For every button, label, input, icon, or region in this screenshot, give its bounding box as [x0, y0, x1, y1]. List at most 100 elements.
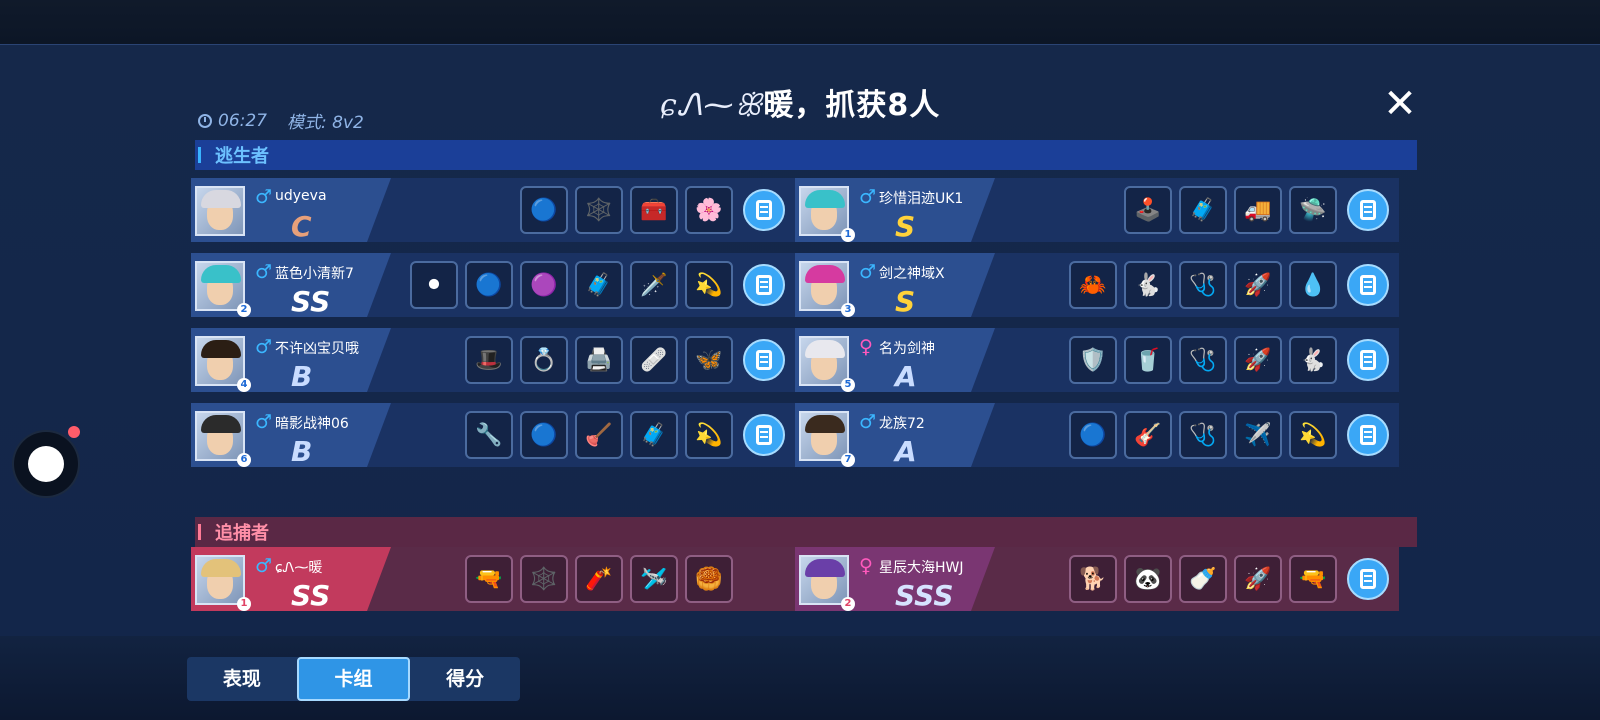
skill-card[interactable]: 💫: [685, 411, 733, 459]
skill-card[interactable]: 💧: [1289, 261, 1337, 309]
view-deck-button[interactable]: [1347, 414, 1389, 456]
skill-card[interactable]: 💍: [520, 336, 568, 384]
tab-deck[interactable]: 卡组: [296, 657, 411, 701]
player-name: 名为剑神: [879, 341, 935, 357]
skill-card[interactable]: 🕸️: [520, 555, 568, 603]
skill-card[interactable]: 🚀: [1234, 555, 1282, 603]
player-number-badge: 5: [841, 378, 855, 392]
avatar[interactable]: [195, 186, 245, 236]
skill-card[interactable]: 🪠: [575, 411, 623, 459]
skill-card[interactable]: ⚫: [410, 261, 458, 309]
skill-card[interactable]: ✈️: [1234, 411, 1282, 459]
skill-card[interactable]: 🚚: [1234, 186, 1282, 234]
close-button[interactable]: ✕: [1380, 84, 1420, 124]
skill-card[interactable]: 🚀: [1234, 336, 1282, 384]
tab-score[interactable]: 得分: [410, 657, 520, 701]
skill-card[interactable]: 🥤: [1124, 336, 1172, 384]
skill-card[interactable]: 🩺: [1179, 261, 1227, 309]
gender-icon: ♂: [859, 186, 877, 208]
rank-badge: SS: [291, 285, 331, 317]
skill-card[interactable]: 🎸: [1124, 411, 1172, 459]
skill-card[interactable]: 🐇: [1289, 336, 1337, 384]
skill-card[interactable]: 🔫: [465, 555, 513, 603]
avatar-hair: [201, 265, 241, 283]
avatar[interactable]: [799, 555, 849, 605]
player-name: 星辰大海HWJ: [879, 560, 964, 576]
skill-card[interactable]: 🧳: [575, 261, 623, 309]
avatar-hair: [805, 415, 845, 433]
skill-card[interactable]: 🛡️: [1069, 336, 1117, 384]
skill-card[interactable]: 🕸️: [575, 186, 623, 234]
skill-card[interactable]: 🟣: [520, 261, 568, 309]
skill-card[interactable]: 🧳: [1179, 186, 1227, 234]
view-deck-button[interactable]: [743, 189, 785, 231]
skill-card[interactable]: 🦀: [1069, 261, 1117, 309]
deck-icon: [1360, 425, 1376, 445]
skill-card[interactable]: 🔵: [520, 186, 568, 234]
skill-card[interactable]: 🌸: [685, 186, 733, 234]
skill-card[interactable]: 🩺: [1179, 411, 1227, 459]
avatar[interactable]: [799, 411, 849, 461]
title-text: 暖，抓获8人: [763, 88, 941, 123]
gender-icon: ♂: [859, 411, 877, 433]
card-deck: 🛡️ 🥤 🩺 🚀 🐇: [1069, 336, 1337, 384]
skill-card[interactable]: 💫: [1289, 411, 1337, 459]
rank-badge: B: [291, 435, 313, 467]
skill-card[interactable]: 🧰: [630, 186, 678, 234]
skill-card[interactable]: 🔵: [520, 411, 568, 459]
skill-card[interactable]: 🐇: [1124, 261, 1172, 309]
skill-card[interactable]: 🚀: [1234, 261, 1282, 309]
view-deck-button[interactable]: [1347, 558, 1389, 600]
view-deck-button[interactable]: [1347, 189, 1389, 231]
gender-icon: ♂: [255, 186, 273, 208]
player-name: 珍惜泪迹UK1: [879, 191, 964, 207]
view-deck-button[interactable]: [743, 414, 785, 456]
avatar[interactable]: [799, 186, 849, 236]
skill-card[interactable]: 🖨️: [575, 336, 623, 384]
skill-card[interactable]: 🔫: [1289, 555, 1337, 603]
view-deck-button[interactable]: [743, 339, 785, 381]
skill-card[interactable]: 🗡️: [630, 261, 678, 309]
skill-card[interactable]: 🕹️: [1124, 186, 1172, 234]
skill-card[interactable]: 🥮: [685, 555, 733, 603]
skill-card[interactable]: 🛸: [1289, 186, 1337, 234]
player-row: ♂ udyeva C 🔵 🕸️ 🧰 🌸: [191, 178, 795, 242]
skill-card[interactable]: 🎩: [465, 336, 513, 384]
skill-card[interactable]: 🐼: [1124, 555, 1172, 603]
avatar-hair: [201, 190, 241, 208]
avatar[interactable]: [195, 411, 245, 461]
skill-card[interactable]: 🧨: [575, 555, 623, 603]
skill-card[interactable]: 🛩️: [630, 555, 678, 603]
skill-card[interactable]: 🧳: [630, 411, 678, 459]
avatar[interactable]: [195, 261, 245, 311]
assist-icon: [28, 446, 64, 482]
skill-card[interactable]: 🩹: [630, 336, 678, 384]
avatar-hair: [805, 265, 845, 283]
view-deck-button[interactable]: [1347, 264, 1389, 306]
skill-card[interactable]: 🔧: [465, 411, 513, 459]
view-deck-button[interactable]: [743, 264, 785, 306]
avatar[interactable]: [799, 261, 849, 311]
skill-card[interactable]: 🦋: [685, 336, 733, 384]
skill-card[interactable]: 🔵: [1069, 411, 1117, 459]
avatar[interactable]: [195, 336, 245, 386]
floating-assist-button[interactable]: [14, 426, 80, 496]
skill-card[interactable]: 🩺: [1179, 336, 1227, 384]
skill-card[interactable]: 🐕: [1069, 555, 1117, 603]
skill-card[interactable]: 💫: [685, 261, 733, 309]
view-deck-button[interactable]: [1347, 339, 1389, 381]
skill-card[interactable]: 🍼: [1179, 555, 1227, 603]
tab-performance[interactable]: 表现: [187, 657, 297, 701]
player-number-badge: 2: [841, 597, 855, 611]
rank-badge: SS: [291, 579, 331, 611]
avatar[interactable]: [195, 555, 245, 605]
player-number-badge: 1: [237, 597, 251, 611]
card-deck: 🦀 🐇 🩺 🚀 💧: [1069, 261, 1337, 309]
top-strip: [0, 0, 1600, 44]
card-deck: 🔵 🕸️ 🧰 🌸: [520, 186, 733, 234]
card-deck: 🔵 🎸 🩺 ✈️ 💫: [1069, 411, 1337, 459]
skill-card[interactable]: 🔵: [465, 261, 513, 309]
avatar[interactable]: [799, 336, 849, 386]
player-row: 6 ♂ 暗影战神06 B 🔧 🔵 🪠 🧳 💫: [191, 403, 795, 467]
section-marker: [198, 524, 201, 540]
